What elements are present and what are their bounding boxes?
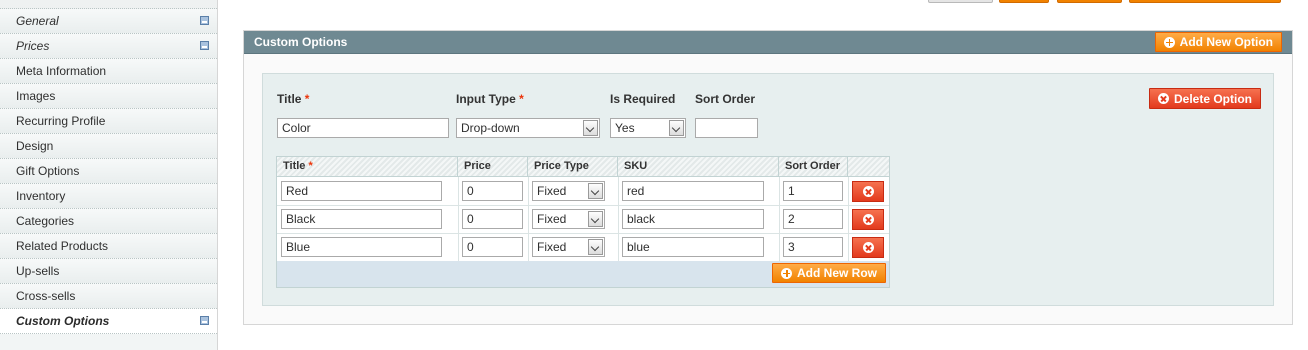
disk-icon bbox=[200, 316, 209, 325]
option-title-label: Title * bbox=[277, 92, 310, 106]
grid-header: Title * Price Price Type SKU Sort Order bbox=[277, 157, 889, 177]
delete-option-button[interactable]: Delete Option bbox=[1149, 88, 1262, 109]
row-sort-order-input[interactable] bbox=[783, 237, 843, 257]
row-price-input[interactable] bbox=[462, 237, 523, 257]
section-title: Custom Options bbox=[254, 35, 348, 49]
sidebar-item-cross-sells[interactable]: Cross-sells bbox=[0, 284, 217, 309]
column-header-price: Price bbox=[458, 157, 528, 176]
add-new-option-label: Add New Option bbox=[1179, 35, 1273, 49]
sidebar-item-recurring-profile[interactable]: Recurring Profile bbox=[0, 109, 217, 134]
row-price-input[interactable] bbox=[462, 209, 523, 229]
column-header-sku: SKU bbox=[618, 157, 779, 176]
sidebar-item-label: Up-sells bbox=[16, 264, 60, 278]
sidebar-item-categories[interactable]: Categories bbox=[0, 209, 217, 234]
add-new-option-button[interactable]: Add New Option bbox=[1154, 32, 1282, 52]
chevron-down-icon bbox=[588, 211, 603, 227]
row-sort-order-input[interactable] bbox=[783, 209, 843, 229]
plus-icon bbox=[781, 267, 792, 279]
chevron-down-icon bbox=[588, 239, 603, 255]
sidebar-item-label: Categories bbox=[16, 214, 75, 228]
sidebar-item-gift-options[interactable]: Gift Options bbox=[0, 159, 217, 184]
row-price-input[interactable] bbox=[462, 181, 523, 201]
table-row: Fixed bbox=[277, 233, 889, 262]
delete-row-button[interactable] bbox=[852, 209, 884, 230]
sidebar-item-label: Cross-sells bbox=[16, 289, 76, 303]
add-new-row-label: Add New Row bbox=[797, 266, 877, 280]
option-values-grid: Title * Price Price Type SKU Sort Order … bbox=[276, 156, 890, 288]
row-sku-input[interactable] bbox=[622, 181, 764, 201]
toolbar-button[interactable] bbox=[999, 0, 1049, 3]
row-price-type-select[interactable]: Fixed bbox=[532, 237, 605, 257]
sidebar-item-label: Custom Options bbox=[16, 314, 110, 328]
disk-icon bbox=[200, 16, 209, 25]
table-row: Fixed bbox=[277, 177, 889, 206]
plus-icon bbox=[1163, 36, 1175, 48]
top-toolbar-remnant bbox=[243, 0, 1293, 6]
close-icon bbox=[1158, 93, 1169, 104]
delete-row-button[interactable] bbox=[852, 237, 884, 258]
grid-footer: Add New Row bbox=[277, 261, 889, 287]
sidebar-item-design[interactable]: Design bbox=[0, 134, 217, 159]
sidebar-top-edge bbox=[0, 0, 217, 9]
option-box: Title * Input Type * Is Required Sort Or… bbox=[262, 73, 1274, 306]
column-header-title: Title * bbox=[277, 157, 458, 176]
close-icon bbox=[862, 214, 874, 225]
toolbar-button[interactable] bbox=[1129, 0, 1281, 3]
sidebar-item-label: Related Products bbox=[16, 239, 109, 253]
sidebar-item-label: General bbox=[16, 14, 59, 28]
delete-option-label: Delete Option bbox=[1174, 91, 1253, 106]
custom-options-fieldset: Custom Options Add New Option Title * In… bbox=[243, 30, 1293, 325]
sidebar-item-custom-options[interactable]: Custom Options bbox=[0, 309, 217, 334]
sidebar-item-meta-information[interactable]: Meta Information bbox=[0, 59, 217, 84]
row-title-input[interactable] bbox=[281, 237, 442, 257]
is-required-label: Is Required bbox=[610, 92, 676, 106]
section-header: Custom Options Add New Option bbox=[244, 31, 1292, 54]
row-price-type-select[interactable]: Fixed bbox=[532, 181, 605, 201]
column-header-price-type: Price Type bbox=[528, 157, 618, 176]
toolbar-button[interactable] bbox=[1057, 0, 1122, 3]
chevron-down-icon bbox=[588, 183, 603, 199]
sidebar-item-label: Inventory bbox=[16, 189, 66, 203]
sort-order-input[interactable] bbox=[695, 118, 758, 138]
sidebar-item-prices[interactable]: Prices bbox=[0, 34, 217, 59]
sidebar-item-general[interactable]: General bbox=[0, 9, 217, 34]
sidebar-item-label: Prices bbox=[16, 39, 50, 53]
delete-row-button[interactable] bbox=[852, 181, 884, 202]
sidebar-item-label: Gift Options bbox=[16, 164, 80, 178]
product-tabs-sidebar: General Prices Meta Information Images R… bbox=[0, 0, 218, 350]
disk-icon bbox=[200, 41, 209, 50]
row-title-input[interactable] bbox=[281, 209, 442, 229]
row-price-type-select[interactable]: Fixed bbox=[532, 209, 605, 229]
sidebar-item-label: Images bbox=[16, 89, 56, 103]
row-sort-order-input[interactable] bbox=[783, 181, 843, 201]
column-header-sort-order: Sort Order bbox=[779, 157, 848, 176]
input-type-select[interactable]: Drop-down bbox=[456, 118, 600, 138]
sidebar-item-inventory[interactable]: Inventory bbox=[0, 184, 217, 209]
row-sku-input[interactable] bbox=[622, 237, 764, 257]
close-icon bbox=[862, 242, 874, 253]
row-title-input[interactable] bbox=[281, 181, 442, 201]
sort-order-label: Sort Order bbox=[695, 92, 756, 106]
column-header-actions bbox=[848, 157, 889, 176]
toolbar-button[interactable] bbox=[928, 0, 993, 3]
sidebar-item-up-sells[interactable]: Up-sells bbox=[0, 259, 217, 284]
option-title-input[interactable] bbox=[277, 118, 449, 138]
chevron-down-icon bbox=[583, 120, 598, 136]
input-type-label: Input Type * bbox=[456, 92, 524, 106]
is-required-select[interactable]: Yes bbox=[610, 118, 686, 138]
chevron-down-icon bbox=[669, 120, 684, 136]
sidebar-item-label: Meta Information bbox=[16, 64, 107, 78]
sidebar-item-label: Recurring Profile bbox=[16, 114, 106, 128]
sidebar-item-related-products[interactable]: Related Products bbox=[0, 234, 217, 259]
close-icon bbox=[862, 186, 874, 197]
sidebar-item-images[interactable]: Images bbox=[0, 84, 217, 109]
table-row: Fixed bbox=[277, 205, 889, 234]
row-sku-input[interactable] bbox=[622, 209, 764, 229]
add-new-row-button[interactable]: Add New Row bbox=[772, 263, 886, 283]
sidebar-item-label: Design bbox=[16, 139, 54, 153]
